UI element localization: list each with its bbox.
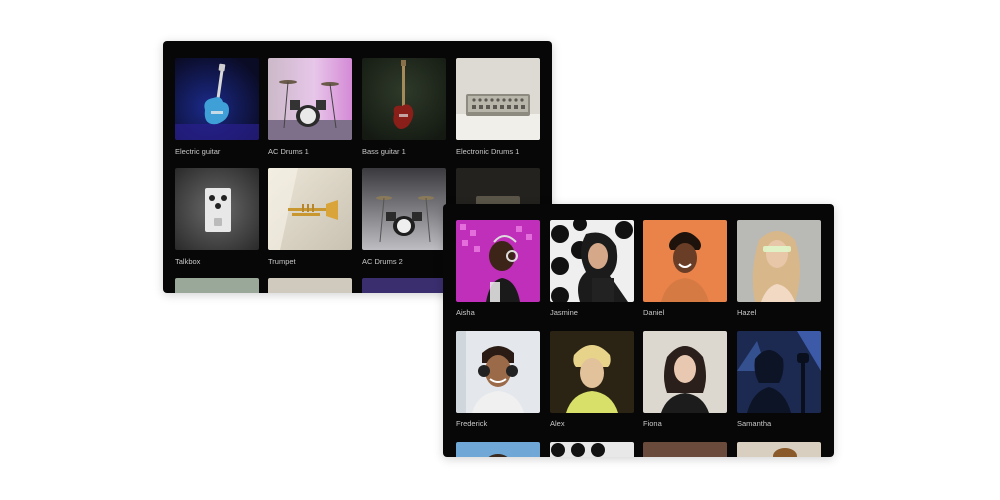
thumbnail-image [550, 442, 634, 457]
drum-machine-image [456, 58, 540, 140]
instrument-label: Electronic Drums 1 [456, 147, 520, 156]
talkbox-pedal-image [175, 168, 259, 250]
page: Electric guitar AC Drums 1 Bass guitar 1… [0, 0, 1000, 500]
voice-label: Hazel [737, 308, 757, 317]
voice-label: Samantha [737, 419, 772, 428]
singer-portrait-image [643, 331, 727, 413]
singer-portrait-image [456, 331, 540, 413]
singer-portrait-image [737, 331, 821, 413]
singer-portrait-image [456, 220, 540, 302]
singer-portrait-image [737, 220, 821, 302]
singer-portrait-image [550, 331, 634, 413]
thumbnail-image [175, 278, 259, 293]
voice-library-panel: Aisha Jasmine Daniel Hazel Frederick Ale… [443, 204, 834, 457]
thumbnail-image [456, 442, 540, 457]
trumpet-image [268, 168, 352, 250]
thumbnail-image [643, 442, 727, 457]
thumbnail-image [737, 442, 821, 457]
electric-guitar-image [175, 58, 259, 140]
thumbnail-image [362, 278, 446, 293]
drum-kit-image [268, 58, 352, 140]
thumbnail-image [268, 278, 352, 293]
singer-portrait-image [643, 220, 727, 302]
singer-portrait-image [550, 220, 634, 302]
drum-kit-image [362, 168, 446, 250]
bass-guitar-image [362, 58, 446, 140]
